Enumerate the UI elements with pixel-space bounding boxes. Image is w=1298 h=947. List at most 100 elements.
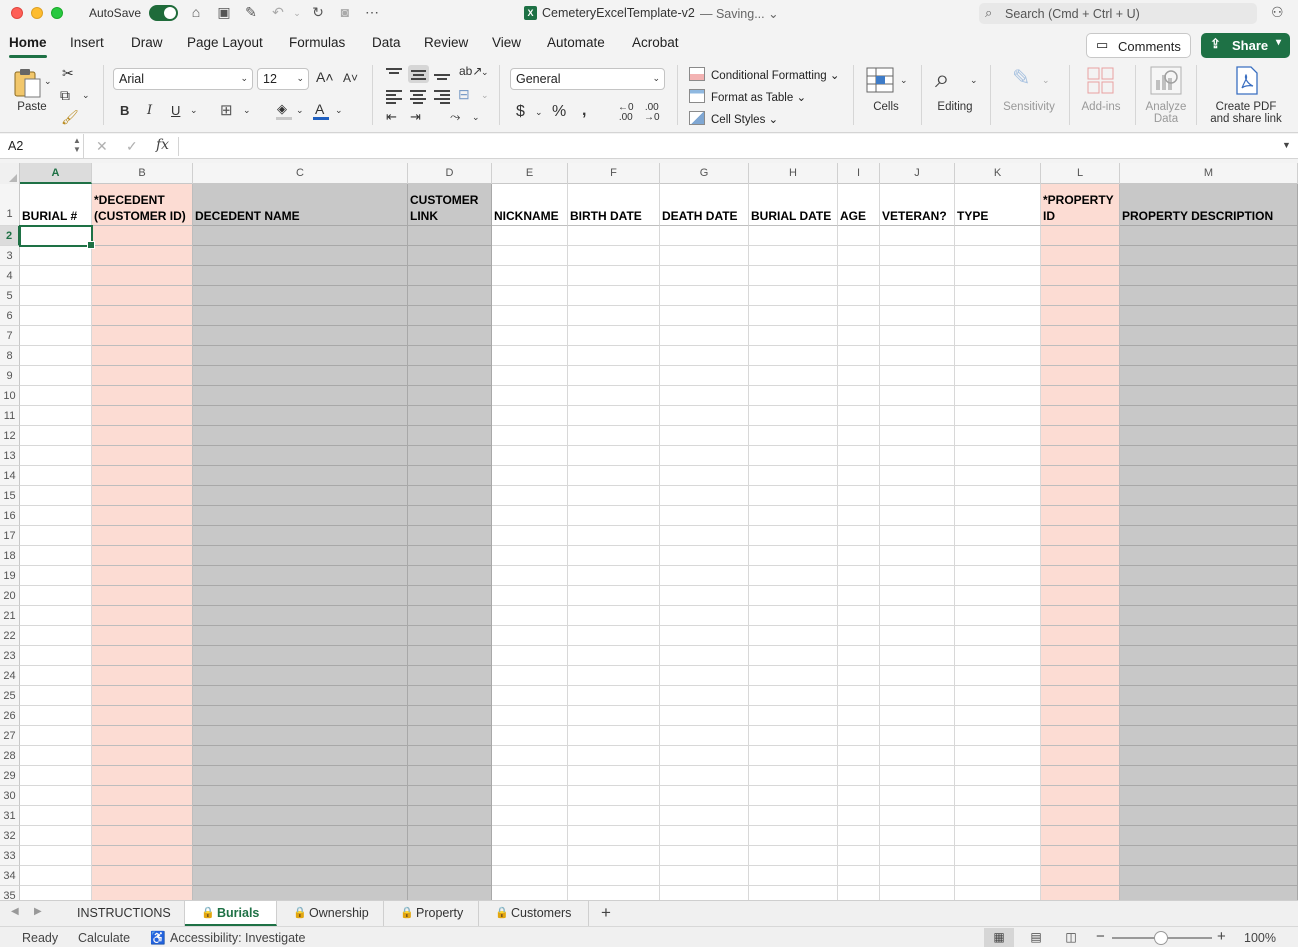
column-header-d[interactable]: D <box>408 163 492 184</box>
cell[interactable] <box>1041 666 1120 686</box>
cell[interactable] <box>880 866 955 886</box>
column-header-f[interactable]: F <box>568 163 660 184</box>
editing-dropdown-icon[interactable]: ⌄ <box>970 75 978 86</box>
cell[interactable] <box>880 566 955 586</box>
cell[interactable] <box>838 466 880 486</box>
cell[interactable] <box>838 766 880 786</box>
increase-indent-icon[interactable]: ⇥ <box>410 109 421 125</box>
minimize-window-button[interactable] <box>31 7 43 19</box>
cell[interactable] <box>20 386 92 406</box>
cell[interactable] <box>568 346 660 366</box>
increase-decimal-icon[interactable]: ←0.00 <box>618 103 634 123</box>
row-header[interactable]: 33 <box>0 846 20 866</box>
cell[interactable] <box>20 466 92 486</box>
cell[interactable] <box>492 686 568 706</box>
analyze-data-button[interactable] <box>1150 66 1182 96</box>
cell[interactable] <box>20 826 92 846</box>
row-header[interactable]: 24 <box>0 666 20 686</box>
cell[interactable] <box>749 886 838 900</box>
tab-formulas[interactable]: Formulas <box>289 35 345 50</box>
header-cell-j[interactable]: VETERAN? <box>880 184 955 226</box>
cell[interactable] <box>193 326 408 346</box>
cell[interactable] <box>838 806 880 826</box>
cell[interactable] <box>193 286 408 306</box>
cell[interactable] <box>749 586 838 606</box>
row-header[interactable]: 23 <box>0 646 20 666</box>
orientation-icon[interactable]: ab↗ <box>459 64 482 78</box>
row-header[interactable]: 20 <box>0 586 20 606</box>
cell[interactable] <box>1120 766 1298 786</box>
cell[interactable] <box>20 326 92 346</box>
cell[interactable] <box>838 266 880 286</box>
fill-dropdown-icon[interactable]: ⌄ <box>296 105 304 116</box>
cell[interactable] <box>20 486 92 506</box>
cell[interactable] <box>838 286 880 306</box>
cell[interactable] <box>408 466 492 486</box>
paste-dropdown-icon[interactable]: ⌄ <box>44 76 52 87</box>
cut-icon[interactable]: ✂ <box>62 65 74 82</box>
cell[interactable] <box>749 766 838 786</box>
cell[interactable] <box>193 526 408 546</box>
row-header[interactable]: 5 <box>0 286 20 306</box>
cell[interactable] <box>492 346 568 366</box>
cell[interactable] <box>955 786 1041 806</box>
cell[interactable] <box>193 246 408 266</box>
cell[interactable] <box>92 566 193 586</box>
cell[interactable] <box>749 346 838 366</box>
column-header-c[interactable]: C <box>193 163 408 184</box>
cell[interactable] <box>880 426 955 446</box>
cell[interactable] <box>1120 466 1298 486</box>
cell[interactable] <box>749 726 838 746</box>
cell[interactable] <box>749 486 838 506</box>
cell[interactable] <box>1041 246 1120 266</box>
cell[interactable] <box>749 626 838 646</box>
cell[interactable] <box>749 326 838 346</box>
cell[interactable] <box>193 866 408 886</box>
cell[interactable] <box>1041 866 1120 886</box>
add-sheet-button[interactable]: + <box>601 903 611 923</box>
orientation-dropdown-icon[interactable]: ⌄ <box>481 67 489 78</box>
cell[interactable] <box>492 466 568 486</box>
cell[interactable] <box>492 226 568 246</box>
cell[interactable] <box>492 646 568 666</box>
row-header[interactable]: 28 <box>0 746 20 766</box>
cell[interactable] <box>1041 226 1120 246</box>
cell[interactable] <box>880 606 955 626</box>
cell[interactable] <box>1041 486 1120 506</box>
cell[interactable] <box>1120 566 1298 586</box>
cell[interactable] <box>20 506 92 526</box>
sheet-tab-instructions[interactable]: INSTRUCTIONS <box>61 901 185 926</box>
cell[interactable] <box>838 526 880 546</box>
cell[interactable] <box>492 426 568 446</box>
font-size-select[interactable]: 12 ⌄ <box>257 68 309 90</box>
tab-review[interactable]: Review <box>424 35 468 50</box>
cell[interactable] <box>492 306 568 326</box>
cell[interactable] <box>880 706 955 726</box>
row-header[interactable]: 16 <box>0 506 20 526</box>
cell[interactable] <box>20 886 92 900</box>
cell[interactable] <box>1120 226 1298 246</box>
underline-button[interactable]: U <box>171 103 180 118</box>
cell[interactable] <box>92 666 193 686</box>
cell[interactable] <box>92 266 193 286</box>
tab-draw[interactable]: Draw <box>131 35 163 50</box>
cell[interactable] <box>749 286 838 306</box>
cell[interactable] <box>193 486 408 506</box>
cell[interactable] <box>1041 286 1120 306</box>
cell[interactable] <box>193 506 408 526</box>
column-header-j[interactable]: J <box>880 163 955 184</box>
cell[interactable] <box>1041 526 1120 546</box>
cell[interactable] <box>568 486 660 506</box>
cell[interactable] <box>749 506 838 526</box>
cell[interactable] <box>92 826 193 846</box>
cell[interactable] <box>880 546 955 566</box>
cell[interactable] <box>838 686 880 706</box>
cell[interactable] <box>408 566 492 586</box>
cell[interactable] <box>193 366 408 386</box>
wrap-text-icon[interactable]: ⤳ <box>450 109 460 125</box>
cell[interactable] <box>955 766 1041 786</box>
cell[interactable] <box>1041 506 1120 526</box>
cell[interactable] <box>880 726 955 746</box>
percent-icon[interactable]: % <box>552 103 566 121</box>
row-header[interactable]: 12 <box>0 426 20 446</box>
